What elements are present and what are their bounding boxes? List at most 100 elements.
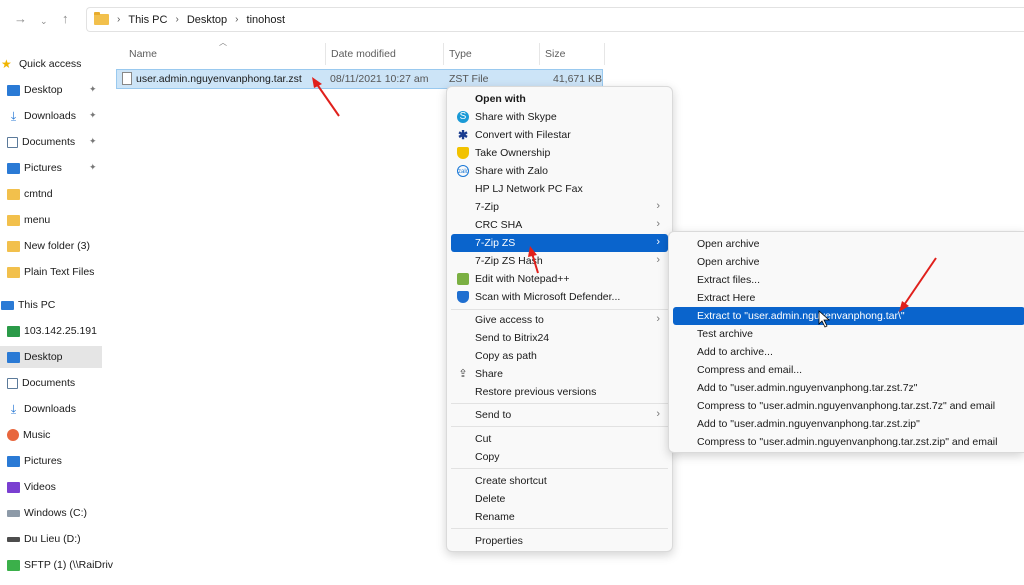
menu-item-share-zalo[interactable]: zalo Share with Zalo (451, 162, 668, 180)
menu-item-7zip[interactable]: 7-Zip › (451, 198, 668, 216)
network-drive-icon (7, 325, 20, 337)
sidebar-item-new-folder-3[interactable]: New folder (3) (0, 235, 102, 257)
menu-item-label: HP LJ Network PC Fax (475, 183, 583, 195)
sidebar-item-quick-access[interactable]: ★ Quick access (0, 53, 102, 75)
menu-separator (451, 528, 668, 529)
menu-item-properties[interactable]: Properties (451, 532, 668, 550)
menu-item-copy-path[interactable]: Copy as path (451, 347, 668, 365)
sidebar-item-pictures-pc[interactable]: Pictures (0, 450, 102, 472)
sidebar-item-plain-text-files[interactable]: Plain Text Files (0, 261, 102, 283)
chevron-right-icon: › (656, 236, 660, 248)
menu-item-7zip-zs[interactable]: 7-Zip ZS › (451, 234, 668, 252)
breadcrumb-tinohost[interactable]: tinohost (247, 14, 286, 26)
column-header-size[interactable]: Size (537, 43, 603, 65)
desktop-folder-icon (7, 351, 20, 363)
sidebar-item-downloads-pc[interactable]: ⤓ Downloads (0, 398, 102, 420)
address-bar[interactable]: › This PC › Desktop › tinohost (86, 7, 1024, 32)
sidebar-item-windows-c[interactable]: Windows (C:) (0, 502, 102, 524)
submenu-item-open-archive[interactable]: Open archive (673, 235, 1024, 253)
menu-item-label: Convert with Filestar (475, 129, 571, 141)
menu-item-7zip-zs-hash[interactable]: 7-Zip ZS Hash › (451, 252, 668, 270)
menu-item-take-ownership[interactable]: Take Ownership (451, 144, 668, 162)
submenu-item-extract-files[interactable]: Extract files... (673, 271, 1024, 289)
sidebar-item-label: Music (23, 429, 51, 441)
menu-item-crc-sha[interactable]: CRC SHA › (451, 216, 668, 234)
submenu-item-compress-zip-email[interactable]: Compress to "user.admin.nguyenvanphong.t… (673, 433, 1024, 451)
menu-item-delete[interactable]: Delete (451, 490, 668, 508)
breadcrumb-this-pc[interactable]: This PC (128, 14, 167, 26)
menu-item-label: 7-Zip ZS Hash (475, 255, 543, 267)
menu-item-open-with[interactable]: Open with (451, 90, 668, 108)
shield-icon (457, 147, 469, 159)
column-divider[interactable] (604, 43, 605, 65)
menu-item-edit-notepad[interactable]: Edit with Notepad++ (451, 270, 668, 288)
menu-separator (451, 426, 668, 427)
chevron-right-icon: › (656, 218, 660, 230)
submenu-item-test-archive[interactable]: Test archive (673, 325, 1024, 343)
submenu-item-add-to-zip[interactable]: Add to "user.admin.nguyenvanphong.tar.zs… (673, 415, 1024, 433)
menu-item-copy[interactable]: Copy (451, 448, 668, 466)
sidebar-item-desktop-pc[interactable]: Desktop (0, 346, 102, 368)
folder-icon (7, 266, 20, 278)
download-icon: ⤓ (10, 108, 17, 123)
sidebar-item-documents[interactable]: Documents ✦ (0, 131, 102, 153)
menu-item-send-bitrix[interactable]: Send to Bitrix24 (451, 329, 668, 347)
submenu-item-compress-7z-email[interactable]: Compress to "user.admin.nguyenvanphong.t… (673, 397, 1024, 415)
menu-item-label: Send to Bitrix24 (475, 332, 550, 344)
pin-icon: ✦ (89, 84, 97, 94)
menu-separator (451, 468, 668, 469)
sidebar-item-menu[interactable]: menu (0, 209, 102, 231)
sidebar-item-videos[interactable]: Videos (0, 476, 102, 498)
menu-item-label: Create shortcut (475, 475, 547, 487)
submenu-item-open-archive-2[interactable]: Open archive (673, 253, 1024, 271)
menu-item-send-to[interactable]: Send to › (451, 406, 668, 424)
column-header-name[interactable]: Name (121, 43, 325, 65)
sidebar-item-sftp[interactable]: SFTP (1) (\\RaiDriv (0, 554, 113, 576)
sidebar-item-du-lieu-d[interactable]: Du Lieu (D:) (0, 528, 102, 550)
submenu-item-compress-email[interactable]: Compress and email... (673, 361, 1024, 379)
menu-item-scan-defender[interactable]: Scan with Microsoft Defender... (451, 288, 668, 306)
sidebar-item-documents-pc[interactable]: Documents (0, 372, 102, 394)
submenu-item-add-to-7z[interactable]: Add to "user.admin.nguyenvanphong.tar.zs… (673, 379, 1024, 397)
sidebar-item-label: Downloads (24, 110, 76, 122)
pictures-icon (7, 455, 20, 467)
sidebar-item-this-pc[interactable]: This PC (0, 294, 102, 316)
menu-item-share-skype[interactable]: S Share with Skype (451, 108, 668, 126)
submenu-item-extract-to[interactable]: Extract to "user.admin.nguyenvanphong.ta… (673, 307, 1024, 325)
sidebar-item-label: Downloads (24, 403, 76, 415)
sidebar-item-network-drive[interactable]: 103.142.25.191 (0, 320, 102, 342)
submenu-item-add-to-archive[interactable]: Add to archive... (673, 343, 1024, 361)
pin-icon: ✦ (89, 162, 97, 172)
menu-item-share[interactable]: ⇪ Share (451, 365, 668, 383)
pin-icon: ✦ (89, 110, 97, 120)
menu-item-restore-versions[interactable]: Restore previous versions (451, 383, 668, 401)
menu-item-cut[interactable]: Cut (451, 430, 668, 448)
breadcrumb-desktop[interactable]: Desktop (187, 14, 227, 26)
menu-item-label: Delete (475, 493, 506, 505)
menu-separator (451, 403, 668, 404)
documents-icon (7, 136, 18, 148)
menu-item-label: Send to (475, 409, 512, 421)
sidebar-item-music[interactable]: Music (0, 424, 102, 446)
menu-item-label: Rename (475, 511, 515, 523)
file-size: 41,671 KB (553, 73, 603, 85)
folder-icon (94, 12, 109, 25)
menu-item-rename[interactable]: Rename (451, 508, 668, 526)
submenu-item-extract-here[interactable]: Extract Here (673, 289, 1024, 307)
sidebar-item-cmtnd[interactable]: cmtnd (0, 183, 102, 205)
menu-item-give-access[interactable]: Give access to › (451, 311, 668, 329)
column-header-type[interactable]: Type (441, 43, 539, 65)
menu-item-create-shortcut[interactable]: Create shortcut (451, 472, 668, 490)
menu-item-hp-fax[interactable]: HP LJ Network PC Fax (451, 180, 668, 198)
column-header-date-modified[interactable]: Date modified (323, 43, 443, 65)
forward-arrow-icon[interactable]: → (14, 12, 27, 26)
menu-item-label: Copy as path (475, 350, 537, 362)
sidebar-item-label: Du Lieu (D:) (24, 533, 81, 545)
sidebar-item-pictures[interactable]: Pictures ✦ (0, 157, 102, 179)
chevron-down-icon[interactable]: ⌄ (40, 14, 48, 28)
sidebar-item-label: Documents (22, 136, 76, 148)
sidebar-item-downloads[interactable]: ⤓ Downloads ✦ (0, 105, 102, 127)
menu-item-convert-filestar[interactable]: ✱ Convert with Filestar (451, 126, 668, 144)
up-arrow-icon[interactable]: ↑ (62, 12, 69, 26)
sidebar-item-desktop[interactable]: Desktop ✦ (0, 79, 102, 101)
